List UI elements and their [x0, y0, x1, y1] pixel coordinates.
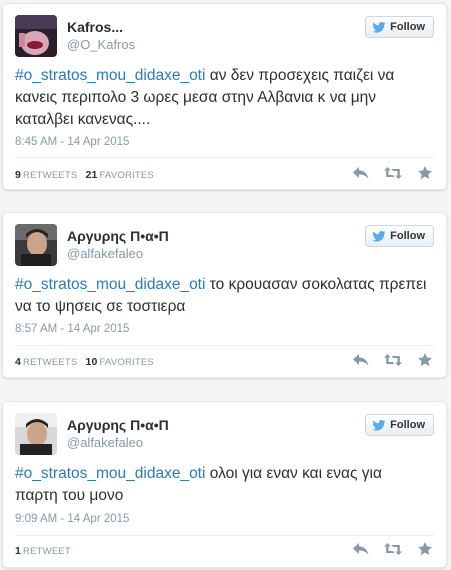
retweets-count: 1	[15, 545, 22, 557]
tweet-timestamp[interactable]: 8:57 AM - 14 Apr 2015	[15, 323, 129, 335]
favorites-label: FAVORITES	[99, 357, 154, 368]
follow-button[interactable]: Follow	[365, 225, 434, 247]
favorites-stat[interactable]: 21 FAVORITES	[85, 169, 154, 181]
tweet-card: Αργυρης Π•α•Π @alfakefaleo Follow #o_str…	[2, 401, 447, 568]
favorites-count: 10	[85, 356, 98, 368]
tweet-timestamp[interactable]: 8:45 AM - 14 Apr 2015	[15, 136, 129, 148]
retweets-stat[interactable]: 4 RETWEETS	[15, 356, 77, 368]
user-name[interactable]: Αργυρης Π•α•Π	[67, 417, 169, 433]
follow-label: Follow	[390, 419, 425, 431]
tweet-text: #o_stratos_mou_didaxe_oti το κρουασαν σο…	[15, 274, 428, 318]
favorites-stat[interactable]: 10 FAVORITES	[85, 356, 154, 368]
user-handle[interactable]: @alfakefaleo	[67, 246, 143, 261]
user-handle[interactable]: @alfakefaleo	[67, 435, 143, 450]
tweet-actions	[352, 542, 434, 556]
avatar[interactable]	[15, 15, 57, 57]
follow-button[interactable]: Follow	[365, 16, 434, 38]
tweet-timestamp[interactable]: 9:09 AM - 14 Apr 2015	[15, 513, 129, 525]
hashtag-link[interactable]: #o_stratos_mou_didaxe_oti	[15, 465, 205, 482]
tweet-stats: 1 RETWEET	[15, 545, 71, 557]
favorites-label: FAVORITES	[99, 170, 154, 181]
retweets-label: RETWEET	[23, 546, 71, 557]
divider	[15, 157, 434, 158]
twitter-bird-icon	[372, 230, 386, 242]
avatar[interactable]	[15, 413, 57, 455]
tweet-text: #o_stratos_mou_didaxe_oti αν δεν προσεχε…	[15, 65, 428, 131]
follow-button[interactable]: Follow	[365, 414, 434, 436]
twitter-bird-icon	[372, 21, 386, 33]
retweet-icon[interactable]	[384, 542, 402, 556]
retweets-count: 4	[15, 356, 22, 368]
reply-icon[interactable]	[352, 166, 370, 180]
user-handle[interactable]: @O_Kafros	[67, 37, 135, 52]
tweet-stats: 9 RETWEETS 21 FAVORITES	[15, 169, 154, 181]
tweet-card: Αργυρης Π•α•Π @alfakefaleo Follow #o_str…	[2, 212, 447, 378]
retweet-icon[interactable]	[384, 166, 402, 180]
follow-label: Follow	[390, 21, 425, 33]
follow-label: Follow	[390, 230, 425, 242]
star-icon[interactable]	[416, 353, 434, 367]
tweet-card: Kafros... @O_Kafros Follow #o_stratos_mo…	[2, 3, 447, 190]
reply-icon[interactable]	[352, 542, 370, 556]
reply-icon[interactable]	[352, 353, 370, 367]
divider	[15, 535, 434, 536]
twitter-bird-icon	[372, 419, 386, 431]
retweets-count: 9	[15, 169, 22, 181]
user-name[interactable]: Kafros...	[67, 19, 123, 35]
retweets-stat[interactable]: 1 RETWEET	[15, 545, 71, 557]
hashtag-link[interactable]: #o_stratos_mou_didaxe_oti	[15, 67, 205, 84]
user-name[interactable]: Αργυρης Π•α•Π	[67, 228, 169, 244]
favorites-count: 21	[85, 169, 98, 181]
tweet-actions	[352, 353, 434, 367]
avatar[interactable]	[15, 224, 57, 266]
retweets-label: RETWEETS	[23, 170, 78, 181]
divider	[15, 345, 434, 346]
tweet-actions	[352, 166, 434, 180]
star-icon[interactable]	[416, 542, 434, 556]
retweets-label: RETWEETS	[23, 357, 78, 368]
star-icon[interactable]	[416, 166, 434, 180]
retweet-icon[interactable]	[384, 353, 402, 367]
hashtag-link[interactable]: #o_stratos_mou_didaxe_oti	[15, 276, 205, 293]
tweet-text: #o_stratos_mou_didaxe_oti ολοι για εναν …	[15, 463, 428, 507]
tweet-stats: 4 RETWEETS 10 FAVORITES	[15, 356, 154, 368]
retweets-stat[interactable]: 9 RETWEETS	[15, 169, 77, 181]
